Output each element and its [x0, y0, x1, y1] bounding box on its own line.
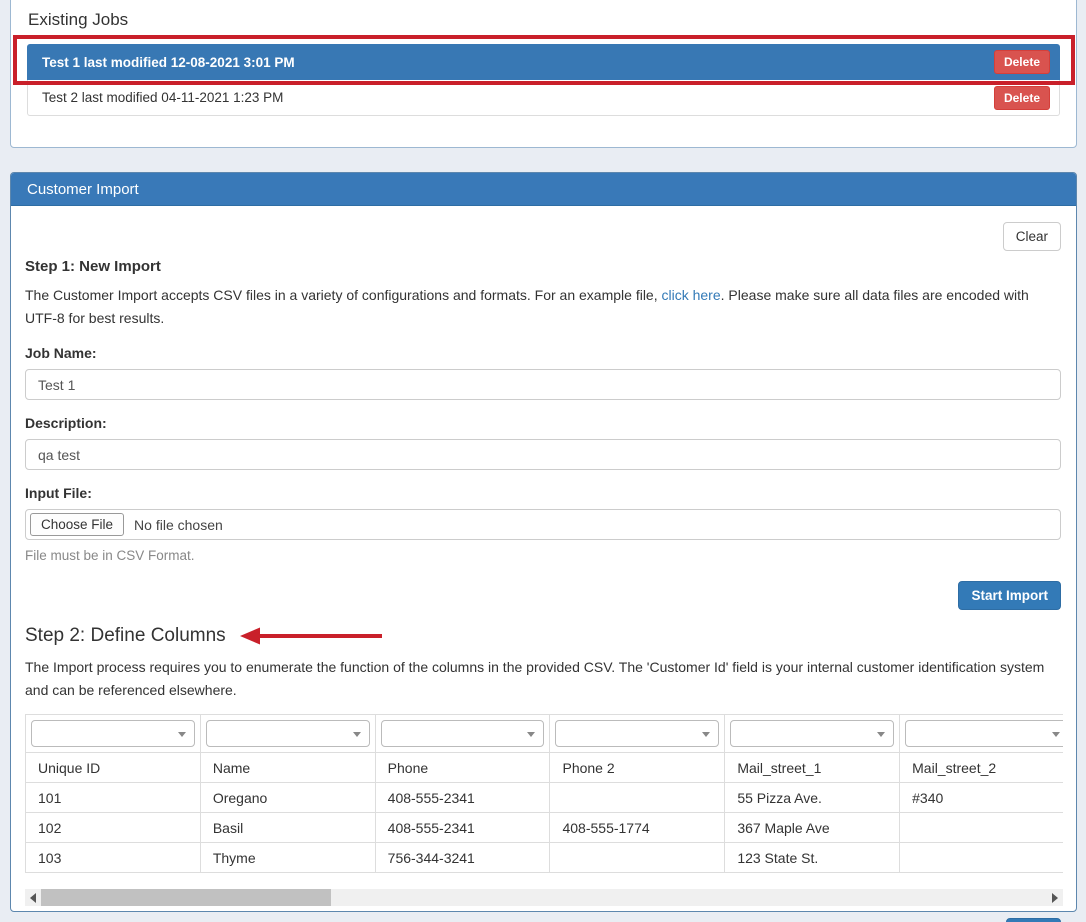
- column-header: Mail_street_2: [900, 753, 1063, 783]
- column-select-row: [26, 715, 1064, 753]
- table-cell: [550, 783, 725, 813]
- table-cell: #340: [900, 783, 1063, 813]
- step2-heading: Step 2: Define Columns: [25, 625, 226, 647]
- description-label: Description:: [25, 415, 1061, 431]
- table-row: 101 Oregano 408-555-2341 55 Pizza Ave. #…: [26, 783, 1064, 813]
- customer-import-panel: Customer Import Clear Step 1: New Import…: [10, 172, 1077, 912]
- step2-heading-row: Step 2: Define Columns: [25, 625, 1061, 647]
- table-cell: 756-344-3241: [375, 843, 550, 873]
- start-import-button[interactable]: Start Import: [958, 581, 1061, 610]
- table-cell: Oregano: [200, 783, 375, 813]
- column-header: Unique ID: [26, 753, 201, 783]
- column-type-select[interactable]: [905, 720, 1063, 747]
- customer-import-header: Customer Import: [11, 173, 1076, 206]
- column-type-select[interactable]: [730, 720, 894, 747]
- chevron-down-icon: [877, 732, 885, 737]
- table-cell: 408-555-1774: [550, 813, 725, 843]
- column-header: Phone 2: [550, 753, 725, 783]
- column-type-select[interactable]: [555, 720, 719, 747]
- existing-jobs-panel: Existing Jobs Test 1 last modified 12-08…: [10, 0, 1077, 148]
- table-cell: 55 Pizza Ave.: [725, 783, 900, 813]
- chevron-down-icon: [527, 732, 535, 737]
- step1-heading: Step 1: New Import: [25, 258, 1061, 275]
- job-row-test2[interactable]: Test 2 last modified 04-11-2021 1:23 PM …: [27, 80, 1060, 116]
- table-cell: 408-555-2341: [375, 813, 550, 843]
- job-name-label: Job Name:: [25, 345, 1061, 361]
- file-status-text: No file chosen: [134, 517, 223, 533]
- column-mapping-table: Unique ID Name Phone Phone 2 Mail_street…: [25, 714, 1063, 873]
- column-type-select[interactable]: [381, 720, 545, 747]
- table-cell: Basil: [200, 813, 375, 843]
- table-cell: [900, 813, 1063, 843]
- table-cell: [900, 843, 1063, 873]
- job-label: Test 2 last modified 04-11-2021 1:23 PM: [42, 90, 994, 105]
- delete-job-button[interactable]: Delete: [994, 86, 1050, 110]
- description-input[interactable]: [25, 439, 1061, 470]
- table-cell: 101: [26, 783, 201, 813]
- jobs-list: Test 1 last modified 12-08-2021 3:01 PM …: [27, 44, 1060, 116]
- input-file-label: Input File:: [25, 485, 1061, 501]
- scrollbar-thumb[interactable]: [41, 889, 331, 906]
- step2-intro: The Import process requires you to enume…: [25, 656, 1061, 702]
- chevron-down-icon: [702, 732, 710, 737]
- scroll-right-icon[interactable]: [1052, 893, 1058, 903]
- table-row: 102 Basil 408-555-2341 408-555-1774 367 …: [26, 813, 1064, 843]
- table-cell: Thyme: [200, 843, 375, 873]
- column-type-select[interactable]: [31, 720, 195, 747]
- chevron-down-icon: [1052, 732, 1060, 737]
- table-row: 103 Thyme 756-344-3241 123 State St.: [26, 843, 1064, 873]
- chevron-down-icon: [178, 732, 186, 737]
- job-label: Test 1 last modified 12-08-2021 3:01 PM: [42, 55, 994, 70]
- column-mapping-table-wrap: Unique ID Name Phone Phone 2 Mail_street…: [25, 714, 1063, 873]
- example-file-link[interactable]: click here: [662, 287, 721, 303]
- step1-intro: The Customer Import accepts CSV files in…: [25, 284, 1061, 330]
- delete-job-button[interactable]: Delete: [994, 50, 1050, 74]
- column-header: Phone: [375, 753, 550, 783]
- page: Existing Jobs Test 1 last modified 12-08…: [0, 0, 1086, 922]
- choose-file-button[interactable]: Choose File: [30, 513, 124, 536]
- customer-import-body: Clear Step 1: New Import The Customer Im…: [11, 206, 1076, 922]
- horizontal-scrollbar[interactable]: [25, 889, 1063, 906]
- toolbar-row: Clear: [25, 222, 1061, 252]
- existing-jobs-title: Existing Jobs: [11, 0, 1076, 30]
- column-type-select[interactable]: [206, 720, 370, 747]
- column-header: Name: [200, 753, 375, 783]
- clear-button[interactable]: Clear: [1003, 222, 1061, 251]
- start-import-row: Start Import: [25, 581, 1061, 610]
- table-cell: 408-555-2341: [375, 783, 550, 813]
- csv-format-hint: File must be in CSV Format.: [25, 548, 1061, 563]
- job-row-test1[interactable]: Test 1 last modified 12-08-2021 3:01 PM …: [27, 44, 1060, 80]
- table-cell: 102: [26, 813, 201, 843]
- table-cell: [550, 843, 725, 873]
- job-name-input[interactable]: [25, 369, 1061, 400]
- next-row: Next: [25, 918, 1061, 922]
- header-row: Unique ID Name Phone Phone 2 Mail_street…: [26, 753, 1064, 783]
- table-cell: 103: [26, 843, 201, 873]
- chevron-down-icon: [353, 732, 361, 737]
- scroll-left-icon[interactable]: [30, 893, 36, 903]
- column-header: Mail_street_1: [725, 753, 900, 783]
- next-button[interactable]: Next: [1006, 918, 1061, 922]
- annotation-arrow-icon: [240, 627, 382, 645]
- file-input[interactable]: Choose File No file chosen: [25, 509, 1061, 540]
- table-cell: 367 Maple Ave: [725, 813, 900, 843]
- intro-text-before: The Customer Import accepts CSV files in…: [25, 287, 662, 303]
- table-cell: 123 State St.: [725, 843, 900, 873]
